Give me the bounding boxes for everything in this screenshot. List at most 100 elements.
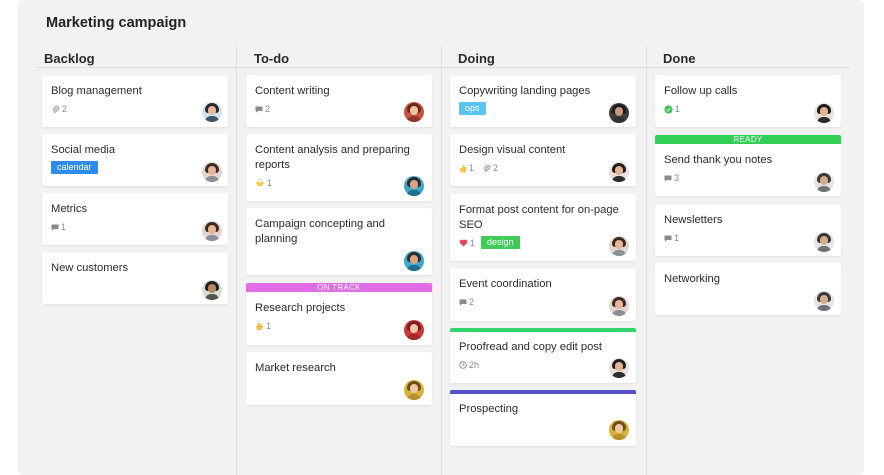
reaction-count: 1 [255,321,271,331]
comment-icon [664,235,672,241]
column-header: Done [646,46,850,68]
comment-icon [664,175,672,181]
avatar[interactable] [202,280,222,300]
comment-count: 3 [664,173,679,183]
avatar[interactable] [404,102,424,122]
comment-count: 1 [664,233,679,243]
task-card[interactable]: Event coordination 2 [450,268,636,321]
checklist-count: 1 [664,104,680,114]
column-divider [236,46,237,475]
time-estimate: 2h [459,360,479,370]
avatar[interactable] [814,232,834,252]
task-card[interactable]: Copywriting landing pages ops [450,75,636,127]
column-backlog: Backlog Blog management 2 Social media c… [36,46,236,475]
color-stripe [450,390,636,394]
avatar[interactable] [609,236,629,256]
attachment-count: 2 [51,104,67,114]
column-title: Backlog [44,51,95,66]
comment-icon [459,299,467,305]
reaction-count: 1 [255,178,272,188]
avatar[interactable] [609,103,629,123]
comment-count: 1 [51,222,66,232]
comment-icon [51,224,59,230]
column-title: Done [663,51,696,66]
card-title: Event coordination [459,278,552,290]
task-card[interactable]: Content analysis and preparing reports 1 [246,134,432,201]
task-card[interactable]: ON TRACK Research projects 1 [246,283,432,345]
task-card[interactable]: Prospecting [450,390,636,446]
comment-count: 2 [459,297,474,307]
column-title: To-do [254,51,290,66]
thumbs-up-icon [460,164,467,172]
card-title: Copywriting landing pages [459,85,591,97]
task-card[interactable]: Newsletters 1 [655,204,841,256]
card-title: Follow up calls [664,85,738,97]
column-header: To-do [236,46,441,68]
task-card[interactable]: Social media calendar [42,134,228,186]
avatar[interactable] [814,103,834,123]
card-title: New customers [51,262,129,274]
task-card[interactable]: Design visual content 1 2 [450,134,636,186]
avatar[interactable] [202,102,222,122]
avatar[interactable] [404,176,424,196]
task-card[interactable]: Campaign concepting and planning [246,208,432,275]
avatar[interactable] [609,420,629,440]
column-title: Doing [458,51,495,66]
label-tag[interactable]: ops [459,102,486,115]
column-header: Doing [441,46,646,68]
task-card[interactable]: Content writing 2 [246,75,432,127]
avatar[interactable] [609,358,629,378]
avatar[interactable] [814,291,834,311]
card-title: Blog management [51,85,142,97]
avatar[interactable] [404,380,424,400]
board-title: Marketing campaign [46,15,187,31]
status-banner: ON TRACK [246,283,432,292]
task-card[interactable]: Follow up calls 1 [655,75,841,127]
card-title: Content analysis and preparing reports [255,144,410,171]
task-card[interactable]: Market research [246,352,432,405]
column-header: Backlog [36,46,236,68]
card-title: Newsletters [664,214,723,226]
card-title: Metrics [51,203,88,215]
task-card[interactable]: Proofread and copy edit post 2h [450,328,636,383]
color-stripe [450,328,636,332]
avatar[interactable] [609,162,629,182]
column-doing: Doing Copywriting landing pages ops Desi… [441,46,646,475]
card-title: Social media [51,144,116,156]
card-title: Design visual content [459,144,566,156]
card-title: Proofread and copy edit post [459,341,603,353]
task-card[interactable]: Networking [655,263,841,315]
heart-icon [459,239,468,247]
column-divider [441,46,442,475]
card-title: Content writing [255,85,330,97]
paperclip-icon [483,164,491,172]
card-title: Format post content for on-page SEO [459,204,619,231]
avatar[interactable] [404,251,424,271]
column-divider [646,46,647,475]
clock-icon [459,361,467,369]
avatar[interactable] [814,172,834,192]
check-circle-icon [664,105,673,113]
card-title: Campaign concepting and planning [255,218,385,245]
comment-count: 2 [255,104,270,114]
card-title: Prospecting [459,403,519,415]
task-card[interactable]: Blog management 2 [42,75,228,127]
avatar[interactable] [404,320,424,340]
clap-icon [256,179,264,186]
status-banner: READY [655,135,841,144]
avatar[interactable] [202,221,222,241]
task-card[interactable]: READY Send thank you notes 3 [655,135,841,196]
avatar[interactable] [202,162,222,182]
card-title: Send thank you notes [664,154,773,166]
label-tag[interactable]: calendar [51,161,98,174]
card-title: Networking [664,273,720,285]
label-tag[interactable]: design [481,236,520,249]
kanban-board: Marketing campaign Backlog Blog manageme… [18,0,864,475]
card-title: Market research [255,362,336,374]
avatar[interactable] [609,296,629,316]
task-card[interactable]: New customers [42,252,228,304]
task-card[interactable]: Metrics 1 [42,193,228,245]
card-title: Research projects [255,302,346,314]
column-done: Done Follow up calls 1 READY Send thank … [646,46,850,475]
task-card[interactable]: Format post content for on-page SEO 1 de… [450,194,636,261]
